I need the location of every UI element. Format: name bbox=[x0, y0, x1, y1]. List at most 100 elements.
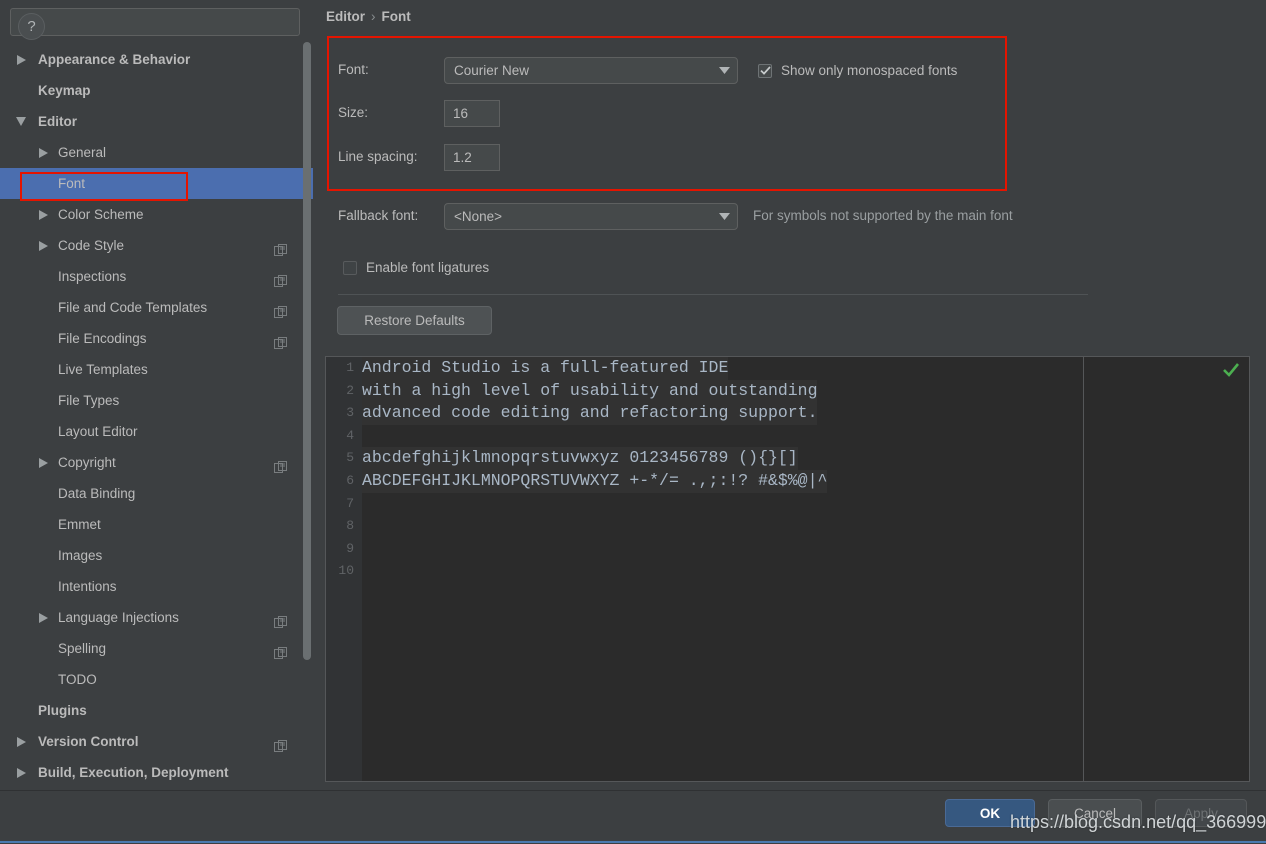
font-size-input[interactable]: 16 bbox=[444, 100, 500, 127]
chevron-right-icon[interactable] bbox=[36, 230, 50, 261]
sidebar-item-label: Plugins bbox=[38, 703, 87, 718]
sidebar-item-label: Appearance & Behavior bbox=[38, 52, 191, 67]
sidebar-item-font[interactable]: Font bbox=[0, 168, 313, 199]
sidebar-item-emmet[interactable]: Emmet bbox=[0, 509, 313, 540]
fallback-font-hint: For symbols not supported by the main fo… bbox=[753, 208, 1013, 223]
search-input[interactable] bbox=[39, 11, 299, 33]
sidebar-item-label: File Types bbox=[58, 393, 120, 408]
preview-line: 7 bbox=[346, 493, 1249, 516]
sidebar-item-file-and-code-templates[interactable]: File and Code Templates bbox=[0, 292, 313, 323]
preview-line: 1 Android Studio is a full-featured IDE bbox=[346, 357, 1249, 380]
enable-ligatures-checkbox[interactable] bbox=[343, 260, 357, 275]
chevron-right-icon[interactable] bbox=[36, 137, 50, 168]
editor-code-area[interactable]: 1 Android Studio is a full-featured IDE 2 w… bbox=[338, 357, 1249, 781]
chevron-right-icon[interactable] bbox=[14, 757, 28, 788]
sidebar-item-label: Build, Execution, Deployment bbox=[38, 765, 229, 780]
line-number: 5 bbox=[346, 450, 354, 466]
line-number: 7 bbox=[346, 495, 354, 511]
sidebar-scrollbar-thumb[interactable] bbox=[303, 42, 311, 660]
font-label: Font: bbox=[338, 62, 369, 77]
sidebar-item-label: Copyright bbox=[58, 455, 116, 470]
sidebar-item-file-types[interactable]: File Types bbox=[0, 385, 313, 416]
copy-settings-icon[interactable] bbox=[274, 331, 287, 349]
line-text: abcdefghijklmnopqrstuvwxyz 0123456789 ()… bbox=[362, 447, 798, 470]
sidebar-item-label: Emmet bbox=[58, 517, 101, 532]
preview-line: 8 bbox=[346, 515, 1249, 538]
copy-settings-icon[interactable] bbox=[274, 455, 287, 473]
sidebar-item-label: TODO bbox=[58, 672, 97, 687]
sidebar-item-live-templates[interactable]: Live Templates bbox=[0, 354, 313, 385]
sidebar-item-layout-editor[interactable]: Layout Editor bbox=[0, 416, 313, 447]
sidebar-item-copyright[interactable]: Copyright bbox=[0, 447, 313, 478]
chevron-down-icon[interactable] bbox=[711, 67, 737, 74]
sidebar-item-label: Layout Editor bbox=[58, 424, 138, 439]
sidebar-item-intentions[interactable]: Intentions bbox=[0, 571, 313, 602]
sidebar-item-todo[interactable]: TODO bbox=[0, 664, 313, 695]
line-number: 9 bbox=[346, 540, 354, 556]
sidebar-item-spelling[interactable]: Spelling bbox=[0, 633, 313, 664]
sidebar-item-images[interactable]: Images bbox=[0, 540, 313, 571]
show-monospaced-checkbox[interactable] bbox=[758, 63, 772, 78]
line-spacing-label: Line spacing: bbox=[338, 149, 418, 164]
restore-defaults-button[interactable]: Restore Defaults bbox=[337, 306, 492, 335]
enable-ligatures-checkbox-row[interactable]: Enable font ligatures bbox=[343, 260, 489, 275]
line-number: 8 bbox=[346, 518, 354, 534]
sidebar-item-label: File Encodings bbox=[58, 331, 147, 346]
search-field-wrapper bbox=[10, 8, 300, 36]
sidebar-item-color-scheme[interactable]: Color Scheme bbox=[0, 199, 313, 230]
chevron-right-icon[interactable] bbox=[36, 602, 50, 633]
chevron-right-icon[interactable] bbox=[14, 726, 28, 757]
settings-tree[interactable]: Appearance & Behavior Keymap Editor General… bbox=[0, 44, 313, 790]
sidebar-item-label: Spelling bbox=[58, 641, 107, 656]
search-box[interactable] bbox=[10, 8, 300, 36]
help-button[interactable]: ? bbox=[18, 13, 45, 40]
sidebar-item-label: Color Scheme bbox=[58, 207, 144, 222]
chevron-right-icon[interactable] bbox=[14, 44, 28, 75]
sidebar-item-file-encodings[interactable]: File Encodings bbox=[0, 323, 313, 354]
sidebar-item-inspections[interactable]: Inspections bbox=[0, 261, 313, 292]
line-number: 4 bbox=[346, 427, 354, 443]
copy-settings-icon[interactable] bbox=[274, 300, 287, 318]
copy-settings-icon[interactable] bbox=[274, 641, 287, 659]
sidebar-item-label: Code Style bbox=[58, 238, 125, 253]
sidebar-item-appearance-behavior[interactable]: Appearance & Behavior bbox=[0, 44, 313, 75]
fallback-font-dropdown[interactable]: <None> bbox=[444, 203, 738, 230]
font-preview-editor[interactable]: 1 Android Studio is a full-featured IDE 2 w… bbox=[325, 356, 1250, 782]
sidebar-item-data-binding[interactable]: Data Binding bbox=[0, 478, 313, 509]
sidebar-item-label: Font bbox=[58, 176, 86, 191]
font-family-value: Courier New bbox=[454, 63, 530, 78]
sidebar-item-plugins[interactable]: Plugins bbox=[0, 695, 313, 726]
settings-dialog: Appearance & Behavior Keymap Editor General… bbox=[0, 0, 1266, 844]
line-spacing-value: 1.2 bbox=[453, 150, 472, 165]
line-number: 6 bbox=[346, 472, 354, 488]
sidebar-item-keymap[interactable]: Keymap bbox=[0, 75, 313, 106]
copy-settings-icon[interactable] bbox=[274, 610, 287, 628]
line-text: ABCDEFGHIJKLMNOPQRSTUVWXYZ +-*/= .,;:!? … bbox=[362, 469, 828, 493]
sidebar-item-build-execution-deployment[interactable]: Build, Execution, Deployment bbox=[0, 757, 313, 788]
section-divider bbox=[338, 294, 1088, 295]
sidebar-item-label: Language Injections bbox=[58, 610, 179, 625]
sidebar-item-language-injections[interactable]: Language Injections bbox=[0, 602, 313, 633]
sidebar-item-general[interactable]: General bbox=[0, 137, 313, 168]
copy-settings-icon[interactable] bbox=[274, 734, 287, 752]
preview-line: 3 advanced code editing and refactoring s… bbox=[346, 402, 1249, 425]
sidebar-item-label: Keymap bbox=[38, 83, 91, 98]
chevron-right-icon[interactable] bbox=[36, 447, 50, 478]
sidebar-item-editor[interactable]: Editor bbox=[0, 106, 313, 137]
sidebar-item-version-control[interactable]: Version Control bbox=[0, 726, 313, 757]
breadcrumb-root[interactable]: Editor bbox=[326, 9, 365, 24]
font-family-dropdown[interactable]: Courier New bbox=[444, 57, 738, 84]
copy-settings-icon[interactable] bbox=[274, 269, 287, 287]
chevron-right-icon[interactable] bbox=[36, 199, 50, 230]
font-size-value: 16 bbox=[453, 106, 469, 121]
copy-settings-icon[interactable] bbox=[274, 238, 287, 256]
sidebar-item-code-style[interactable]: Code Style bbox=[0, 230, 313, 261]
enable-ligatures-label: Enable font ligatures bbox=[366, 260, 490, 275]
chevron-down-icon[interactable] bbox=[14, 106, 28, 137]
sidebar-item-label: Data Binding bbox=[58, 486, 136, 501]
line-spacing-input[interactable]: 1.2 bbox=[444, 144, 500, 171]
show-monospaced-checkbox-row[interactable]: Show only monospaced fonts bbox=[758, 63, 957, 78]
chevron-down-icon[interactable] bbox=[711, 213, 737, 220]
sidebar-item-label: Inspections bbox=[58, 269, 127, 284]
breadcrumb-separator-icon: › bbox=[371, 9, 376, 24]
